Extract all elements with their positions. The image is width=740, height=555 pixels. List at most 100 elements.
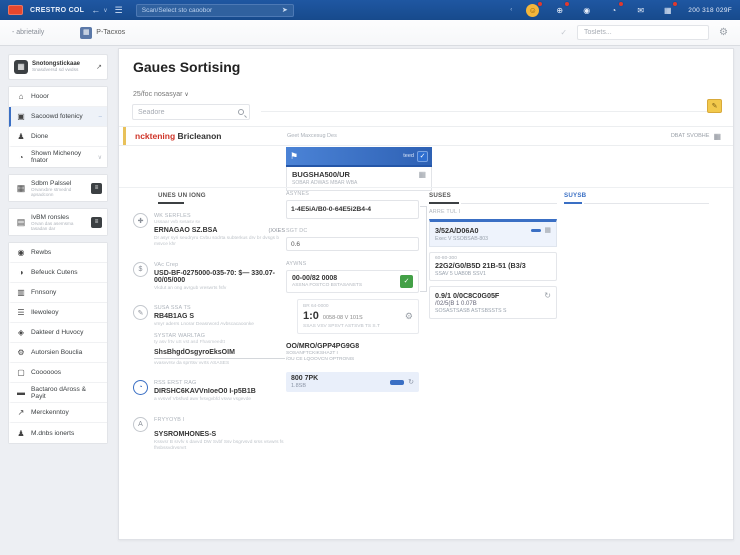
sidebar-item[interactable]: ↗ Merckenntoy bbox=[9, 403, 107, 423]
external-link-icon[interactable]: ↗ bbox=[96, 63, 102, 71]
list-search[interactable] bbox=[132, 104, 250, 120]
edit-button[interactable]: ✎ bbox=[707, 99, 722, 113]
list-search-input[interactable] bbox=[138, 108, 238, 116]
gear-icon[interactable]: ⚙ bbox=[405, 311, 413, 322]
divider bbox=[261, 111, 707, 112]
sidebar-item[interactable]: ☰ Ilewoleoy bbox=[9, 303, 107, 323]
notification-badge bbox=[618, 0, 625, 7]
link-pill[interactable] bbox=[531, 228, 542, 232]
step-item[interactable]: A FRYYOYB I SYSROMHONES-S Kssvsr B srvfv… bbox=[133, 416, 285, 453]
sidebar-item[interactable]: ▦ Sdbm Palssel Orvanxbre stmednd apsadco… bbox=[9, 175, 107, 201]
field-label: AYWNS bbox=[286, 261, 307, 267]
menu-icon[interactable]: ☰ bbox=[115, 5, 123, 15]
briefcase-icon[interactable]: ▦ bbox=[661, 0, 679, 17]
sidebar-item[interactable]: ♟ Dione bbox=[9, 127, 107, 147]
target-icon: ◉ bbox=[17, 248, 25, 257]
chevron-down-icon[interactable]: ∨ bbox=[103, 7, 107, 14]
chevron-down-icon: ∨ bbox=[97, 154, 102, 161]
tab-left[interactable]: UNES UN IONG bbox=[158, 192, 206, 199]
sidebar-item[interactable]: ▤ IvBM ronsles Orvan das asemsma tasadan… bbox=[9, 209, 107, 235]
table-icon: ▤ bbox=[16, 216, 26, 227]
row-accent-bar bbox=[123, 127, 126, 145]
sidebar-item[interactable]: ▢ Coooooos bbox=[9, 363, 107, 383]
notification-badge bbox=[537, 0, 544, 7]
banner-tag: teed bbox=[403, 153, 414, 159]
gear-icon: ⚙ bbox=[17, 348, 25, 357]
profile-card[interactable]: ▦ Snotongstickaae Snasdversd sd vwdss ↗ bbox=[8, 54, 108, 80]
refresh-icon[interactable]: ↻ bbox=[544, 291, 551, 300]
status-text: 200 318 029F bbox=[688, 6, 732, 14]
send-icon[interactable]: ➤ bbox=[282, 7, 288, 14]
banner-card[interactable]: ⚑ teed ✓ BUGSHA500/UR SOBAR ADWAS MBAR W… bbox=[286, 147, 432, 191]
breadcrumb: - abrietaily bbox=[12, 29, 45, 36]
step-item[interactable]: ◔ RSS ERST RAG DIRSHC6KAVVnIoeO0 I-p5B1B… bbox=[133, 380, 285, 403]
code-field[interactable]: 1-4E5iA/B0-0-64E5i2B4-4 bbox=[286, 200, 419, 219]
sidebar-item[interactable]: ◉ Rewbs bbox=[9, 243, 107, 263]
field-label: SGT DC bbox=[286, 228, 308, 234]
calculator-icon: ▦ bbox=[16, 182, 26, 193]
sidebar-item[interactable]: ◈ Dakteer d Huvocy bbox=[9, 323, 107, 343]
grid-icon[interactable]: ▦ bbox=[418, 170, 426, 179]
row-title: ncktening Bricleanon bbox=[135, 131, 222, 141]
sidebar-item[interactable]: ◔ Shown Michenoy fnator ∨ bbox=[9, 147, 107, 167]
mid-card[interactable]: 00-00/82 0008 ASSNA FOSTCO BSTASANSTS ✓ bbox=[286, 270, 419, 293]
sidebar-item[interactable]: ▥ Fnnsony bbox=[9, 283, 107, 303]
chevron-left-icon[interactable]: ‹ bbox=[510, 7, 512, 13]
sidebar-item[interactable]: ⚙ Autorsien Bouclia bbox=[9, 343, 107, 363]
bell-icon[interactable]: ✉ bbox=[634, 4, 647, 17]
sidebar-item[interactable]: ▬ Bactaroo dAross & Payit bbox=[9, 383, 107, 403]
step-item[interactable]: $ VAc Crep USD-BF-0275000-035-70: $— 330… bbox=[133, 261, 285, 292]
back-icon[interactable]: ← bbox=[91, 5, 100, 15]
mid-subcard[interactable]: BR 64-0000 1:0 0058-08 V 101S SSAS VSV S… bbox=[297, 299, 419, 334]
main-panel: Gaues Sortising 25/foc nosasyar∨ ✎ nckte… bbox=[118, 48, 734, 540]
highlighted-row[interactable]: 800 7PK 1.8SB ↻ bbox=[286, 372, 419, 392]
letter-a-icon: A bbox=[133, 416, 148, 432]
monitor-icon: ▣ bbox=[17, 112, 25, 121]
global-search[interactable]: ➤ bbox=[135, 3, 294, 17]
substep-value[interactable]: ShsBhgdOsgyroEksOIM bbox=[154, 347, 285, 359]
link-pill[interactable] bbox=[390, 379, 405, 385]
banner-checkbox[interactable]: ✓ bbox=[417, 150, 428, 162]
pawn-icon: ♟ bbox=[17, 132, 25, 141]
tab-right[interactable]: SUSES bbox=[429, 192, 451, 199]
tools-search[interactable] bbox=[577, 25, 710, 40]
step-item[interactable]: ✚ WK SERFLES Ussaar vvb svsasv sv ERNAGA… bbox=[133, 213, 285, 249]
box-icon: ▢ bbox=[17, 368, 25, 377]
notification-badge bbox=[672, 0, 679, 7]
emoji-icon[interactable]: ☺ bbox=[526, 0, 544, 17]
related-card[interactable]: 0.9/1 0/0C8C0G05F /02/5(B 1 0.07B SOSAST… bbox=[429, 286, 557, 319]
step-item[interactable]: ✎ SUSA SSA TS RB4B1AG S vmyr aderrs Lnor… bbox=[133, 305, 285, 328]
per-page-dropdown[interactable]: 25/foc nosasyar ∨ bbox=[133, 91, 189, 98]
related-card-selected[interactable]: 3/52A/D06A0 Exec V SSOBSAB-803 ▦ bbox=[429, 219, 557, 247]
grid-icon[interactable]: ▦ bbox=[544, 226, 551, 234]
substep-field[interactable]: SYSTAR WARLTAG ty asv frtv uS vst asd Fh… bbox=[154, 333, 285, 367]
related-card[interactable]: 60-80-300 22G2/G0/B5D 21B-51 (B3/3 SSAV … bbox=[429, 252, 557, 281]
item-badge: ≡ bbox=[91, 216, 102, 228]
brand-name: CRESTRO COL bbox=[30, 6, 85, 14]
gear-icon[interactable]: ⚙ bbox=[719, 27, 728, 38]
sidebar-item[interactable]: ◑ Befeuck Cutens bbox=[9, 263, 107, 283]
item-badge: ≡ bbox=[91, 182, 102, 194]
tab-far[interactable]: SUYSB bbox=[564, 192, 586, 199]
global-search-input[interactable] bbox=[141, 6, 278, 14]
target-icon[interactable]: ◉ bbox=[580, 4, 593, 17]
plus-icon: ✚ bbox=[133, 213, 148, 228]
list-header-row[interactable]: ncktening Bricleanon Geet Maxcesug Des D… bbox=[119, 126, 733, 146]
banner-title: BUGSHA500/UR bbox=[292, 170, 350, 179]
notification-badge bbox=[564, 0, 571, 7]
tab-rail bbox=[584, 203, 709, 204]
app-chip[interactable]: ▦ P-Tacxos bbox=[80, 26, 125, 39]
tools-search-input[interactable] bbox=[584, 29, 703, 36]
tab-right-underline bbox=[429, 202, 459, 204]
row-action[interactable]: DBAT SVOBHE ▦ bbox=[671, 132, 721, 141]
globe-icon[interactable]: ⊕ bbox=[553, 0, 571, 17]
sidebar-item-selected[interactable]: ▣ Sacoowd fotenicy – bbox=[9, 107, 107, 127]
sidebar-item[interactable]: ⌂ Hooor bbox=[9, 87, 107, 107]
top-navbar: CRESTRO COL ← ∨ ☰ ➤ ‹ ☺ ⊕ ◉ ◔ ✉ ▦ 200 31… bbox=[0, 0, 740, 20]
clock-icon[interactable]: ◔ bbox=[607, 0, 625, 17]
approve-button[interactable]: ✓ bbox=[400, 275, 413, 288]
sidebar-item[interactable]: ♟ M.dnbs ionerts bbox=[9, 423, 107, 443]
sgt-input[interactable]: 0.6 bbox=[286, 237, 419, 251]
detail-form: ASYNES 1-4E5iA/B0-0-64E5i2B4-4 SGT DC 0.… bbox=[286, 191, 419, 392]
refresh-icon[interactable]: ↻ bbox=[408, 378, 414, 386]
